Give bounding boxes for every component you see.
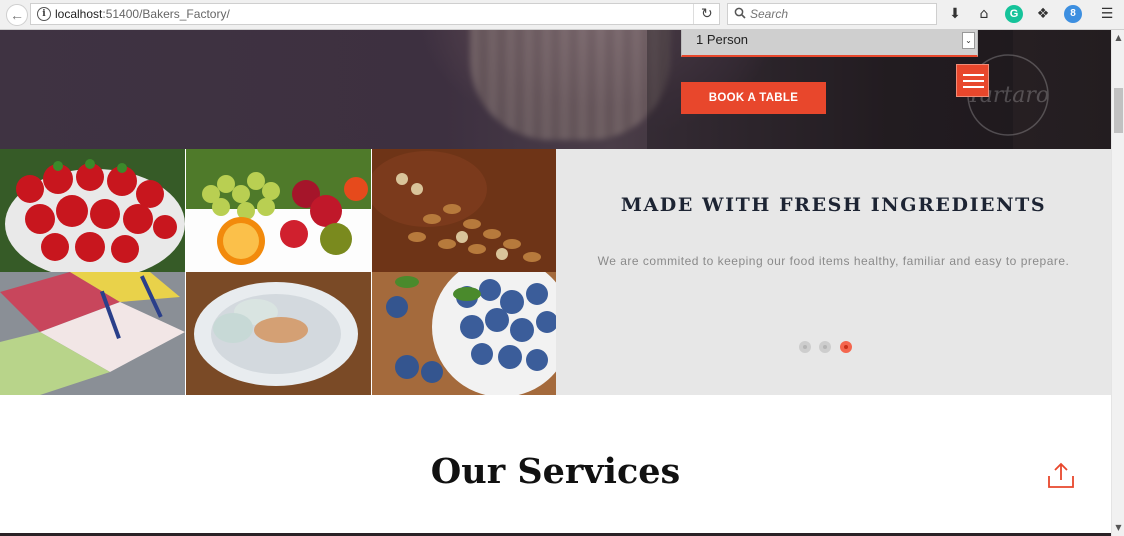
gallery-tile-blueberries[interactable] [372,272,557,395]
person-count-value: 1 Person [696,32,749,47]
strawberries-image [0,149,185,272]
extension-icon[interactable]: ❖ [1034,5,1052,23]
hamburger-menu-icon[interactable]: ☰ [1098,5,1116,23]
hero-background-cup [470,30,670,140]
browser-search-box[interactable] [727,3,937,25]
nuts-image [372,149,557,272]
reload-icon[interactable]: ↻ [701,6,713,22]
hero-section: 1 Person ⌄ BOOK A TABLE Tartaro [0,30,1111,149]
info-icon[interactable]: i [37,7,51,21]
gallery-tile-nuts[interactable] [372,149,557,272]
book-table-button[interactable]: BOOK A TABLE [681,82,826,114]
blueberries-image [372,272,557,395]
site-menu-button[interactable] [956,64,989,97]
fresh-title: MADE WITH FRESH INGREDIENTS [620,194,1047,216]
url-path: :51400/Bakers_Factory/ [102,7,230,21]
home-icon[interactable]: ⌂ [975,5,993,23]
search-icon [734,7,746,19]
gallery-tile-strawberries[interactable] [0,149,185,272]
ice-cream-image [0,272,185,395]
scroll-down-arrow-icon[interactable]: ▼ [1113,522,1124,534]
url-host: localhost [55,7,103,21]
address-bar[interactable]: i localhost:51400/Bakers_Factory/ ↻ [30,3,720,25]
divider [693,4,694,24]
food-gallery [0,149,557,395]
scroll-thumb[interactable] [1114,88,1123,133]
download-icon[interactable]: ⬇ [946,5,964,23]
scroll-up-arrow-icon[interactable]: ▲ [1113,32,1124,44]
chevron-down-icon[interactable]: ⌄ [962,32,975,49]
menu-line [963,74,984,76]
gallery-tile-ice-cream[interactable] [0,272,185,395]
eggs-image [186,272,371,395]
fresh-ingredients-panel: MADE WITH FRESH INGREDIENTS We are commi… [556,149,1111,395]
blue-extension-icon[interactable]: 8 [1064,5,1082,23]
browser-toolbar: ← i localhost:51400/Bakers_Factory/ ↻ ⬇ … [0,0,1124,30]
grammarly-icon[interactable]: G [1005,5,1023,23]
slider-dot-1[interactable] [799,341,811,353]
back-to-top-icon[interactable] [1046,461,1076,491]
services-heading: Our Services [430,451,681,492]
menu-line [963,80,984,82]
page-scrollbar[interactable]: ▲ ▼ [1111,30,1124,536]
url-text[interactable]: localhost:51400/Bakers_Factory/ [55,7,230,21]
slider-dot-2[interactable] [819,341,831,353]
person-count-select[interactable]: 1 Person ⌄ [681,30,978,57]
page-viewport: 1 Person ⌄ BOOK A TABLE Tartaro MADE WIT… [0,30,1111,536]
back-arrow-icon[interactable]: ← [6,4,28,26]
menu-line [963,86,984,88]
gallery-tile-mixed-fruits[interactable] [186,149,371,272]
slider-dot-3-active[interactable] [840,341,852,353]
search-input[interactable] [750,6,930,22]
fresh-description: We are commited to keeping our food item… [597,254,1070,268]
mixed-fruits-image [186,149,371,272]
gallery-tile-eggs[interactable] [186,272,371,395]
